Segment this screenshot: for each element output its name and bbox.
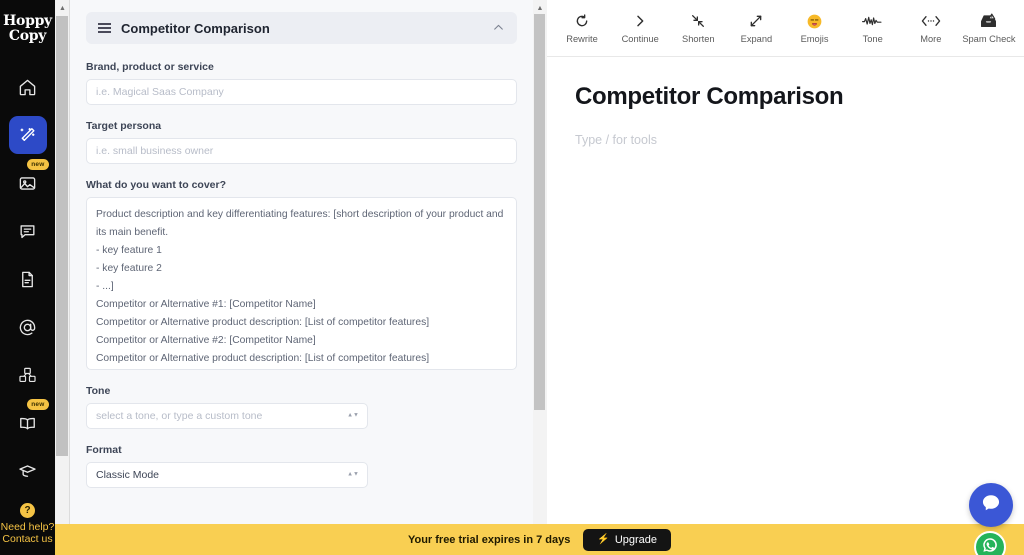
- sidebar-item-chat[interactable]: [9, 212, 47, 250]
- form-panel-header[interactable]: Competitor Comparison: [86, 12, 517, 44]
- sidebar-item-library[interactable]: new: [9, 399, 49, 442]
- editor-toolbar: Rewrite Continue Shorten Expand Emojis T…: [547, 0, 1024, 57]
- upgrade-button-label: Upgrade: [614, 533, 658, 546]
- select-stepper-icon[interactable]: ▲▼: [347, 472, 359, 478]
- toolbar-label: Spam Check: [962, 33, 1016, 44]
- field-brand: Brand, product or service i.e. Magical S…: [86, 61, 517, 105]
- brand-input[interactable]: i.e. Magical Saas Company: [86, 79, 517, 105]
- field-format: Format Classic Mode ▲▼: [86, 444, 517, 488]
- sidebar-item-email[interactable]: [9, 308, 47, 346]
- book-icon: [18, 414, 37, 433]
- hamburger-icon[interactable]: [98, 23, 111, 33]
- editor-content-placeholder[interactable]: Type / for tools: [575, 133, 996, 147]
- chat-bubble-icon: [18, 222, 37, 241]
- chevron-up-icon[interactable]: [492, 21, 505, 36]
- app-logo[interactable]: Hoppy Copy: [3, 14, 52, 44]
- emoji-face-icon: [807, 13, 822, 30]
- help-line-2: Contact us: [2, 533, 53, 545]
- spam-inbox-icon: [979, 13, 998, 30]
- toolbar-more-button[interactable]: More: [902, 13, 960, 44]
- field-label-tone: Tone: [86, 385, 111, 397]
- whatsapp-icon: [981, 536, 999, 555]
- field-tone: Tone select a tone, or type a custom ton…: [86, 385, 517, 429]
- page-scrollbar[interactable]: ▲ ▼: [55, 0, 70, 555]
- toolbar-label: Emojis: [800, 33, 829, 44]
- waveform-icon: [861, 13, 884, 30]
- image-icon: [18, 174, 37, 193]
- toolbar-continue-button[interactable]: Continue: [611, 13, 669, 44]
- field-label-brand: Brand, product or service: [86, 61, 214, 73]
- help-line-1: Need help?: [0, 521, 55, 533]
- generator-form-panel: Competitor Comparison Brand, product or …: [70, 0, 533, 555]
- shorten-arrows-icon: [690, 13, 706, 30]
- chat-bubble-icon: [980, 492, 1002, 519]
- help-contact-block[interactable]: ? Need help? Contact us: [0, 503, 55, 545]
- toolbar-expand-button[interactable]: Expand: [727, 13, 785, 44]
- field-label-persona: Target persona: [86, 120, 162, 132]
- tone-select-value: select a tone, or type a custom tone: [96, 410, 263, 422]
- persona-input[interactable]: i.e. small business owner: [86, 138, 517, 164]
- logo-line-1: Hoppy: [3, 13, 52, 29]
- nav-items: new new: [0, 68, 55, 500]
- sidebar-item-generate[interactable]: [8, 116, 47, 154]
- whatsapp-launcher-button[interactable]: [974, 531, 1006, 555]
- toolbar-label: Tone: [862, 33, 883, 44]
- form-panel-scrollbar[interactable]: ▲ ▼: [533, 0, 547, 555]
- left-nav-rail: Hoppy Copy new new ? Need help? Contact …: [0, 0, 55, 555]
- trial-banner-text: Your free trial expires in 7 days: [407, 533, 571, 546]
- more-code-icon: [921, 13, 941, 30]
- toolbar-emojis-button[interactable]: Emojis: [786, 13, 844, 44]
- select-stepper-icon[interactable]: ▲▼: [347, 413, 359, 419]
- editor-body: Competitor Comparison Type / for tools: [547, 57, 1024, 147]
- toolbar-tone-button[interactable]: Tone: [844, 13, 902, 44]
- toolbar-rewrite-button[interactable]: Rewrite: [553, 13, 611, 44]
- field-cover: What do you want to cover? Product descr…: [86, 179, 517, 370]
- toolbar-label: Rewrite: [566, 33, 598, 44]
- toolbar-label: More: [920, 33, 942, 44]
- document-title[interactable]: Competitor Comparison: [575, 83, 996, 111]
- tone-select[interactable]: select a tone, or type a custom tone ▲▼: [86, 403, 368, 429]
- editor-pane: Rewrite Continue Shorten Expand Emojis T…: [547, 0, 1024, 555]
- sidebar-item-home[interactable]: [9, 68, 47, 106]
- logo-line-2: Copy: [8, 28, 47, 44]
- toolbar-shorten-button[interactable]: Shorten: [669, 13, 727, 44]
- scroll-up-arrow[interactable]: ▲: [55, 1, 70, 16]
- page-scrollbar-thumb[interactable]: [56, 16, 68, 456]
- magic-wand-icon: [18, 126, 37, 145]
- graduation-cap-icon: [18, 462, 37, 481]
- toolbar-label: Shorten: [682, 33, 715, 44]
- cover-textarea[interactable]: Product description and key differentiat…: [86, 197, 517, 370]
- app-root: Hoppy Copy new new ? Need help? Contact …: [0, 0, 1024, 555]
- expand-arrows-icon: [748, 13, 764, 30]
- rewrite-refresh-icon: [574, 13, 590, 30]
- new-badge: new: [27, 399, 49, 410]
- question-mark-icon: ?: [20, 503, 35, 518]
- field-label-format: Format: [86, 444, 122, 456]
- format-select-value: Classic Mode: [96, 469, 160, 481]
- blocks-icon: [18, 366, 37, 385]
- panel-title: Competitor Comparison: [121, 20, 270, 36]
- toolbar-label: Continue: [621, 33, 659, 44]
- format-select[interactable]: Classic Mode ▲▼: [86, 462, 368, 488]
- trial-banner: Your free trial expires in 7 days ⚡ Upgr…: [55, 524, 1024, 555]
- toolbar-label: Expand: [740, 33, 773, 44]
- sidebar-item-images[interactable]: new: [9, 159, 49, 202]
- chat-launcher-button[interactable]: [969, 483, 1013, 527]
- sidebar-item-documents[interactable]: [9, 260, 47, 298]
- new-badge: new: [27, 159, 49, 170]
- form-panel-scrollbar-thumb[interactable]: [534, 14, 545, 410]
- sidebar-item-templates[interactable]: [9, 356, 47, 394]
- toolbar-spam-check-button[interactable]: Spam Check: [960, 13, 1018, 44]
- field-persona: Target persona i.e. small business owner: [86, 120, 517, 164]
- bolt-icon: ⚡: [597, 534, 610, 545]
- chevron-right-icon: [632, 13, 648, 30]
- upgrade-button[interactable]: ⚡ Upgrade: [583, 528, 672, 551]
- home-icon: [18, 78, 37, 97]
- field-label-cover: What do you want to cover?: [86, 179, 227, 191]
- document-icon: [18, 270, 37, 289]
- sidebar-item-academy[interactable]: [9, 452, 47, 490]
- at-sign-icon: [18, 318, 37, 337]
